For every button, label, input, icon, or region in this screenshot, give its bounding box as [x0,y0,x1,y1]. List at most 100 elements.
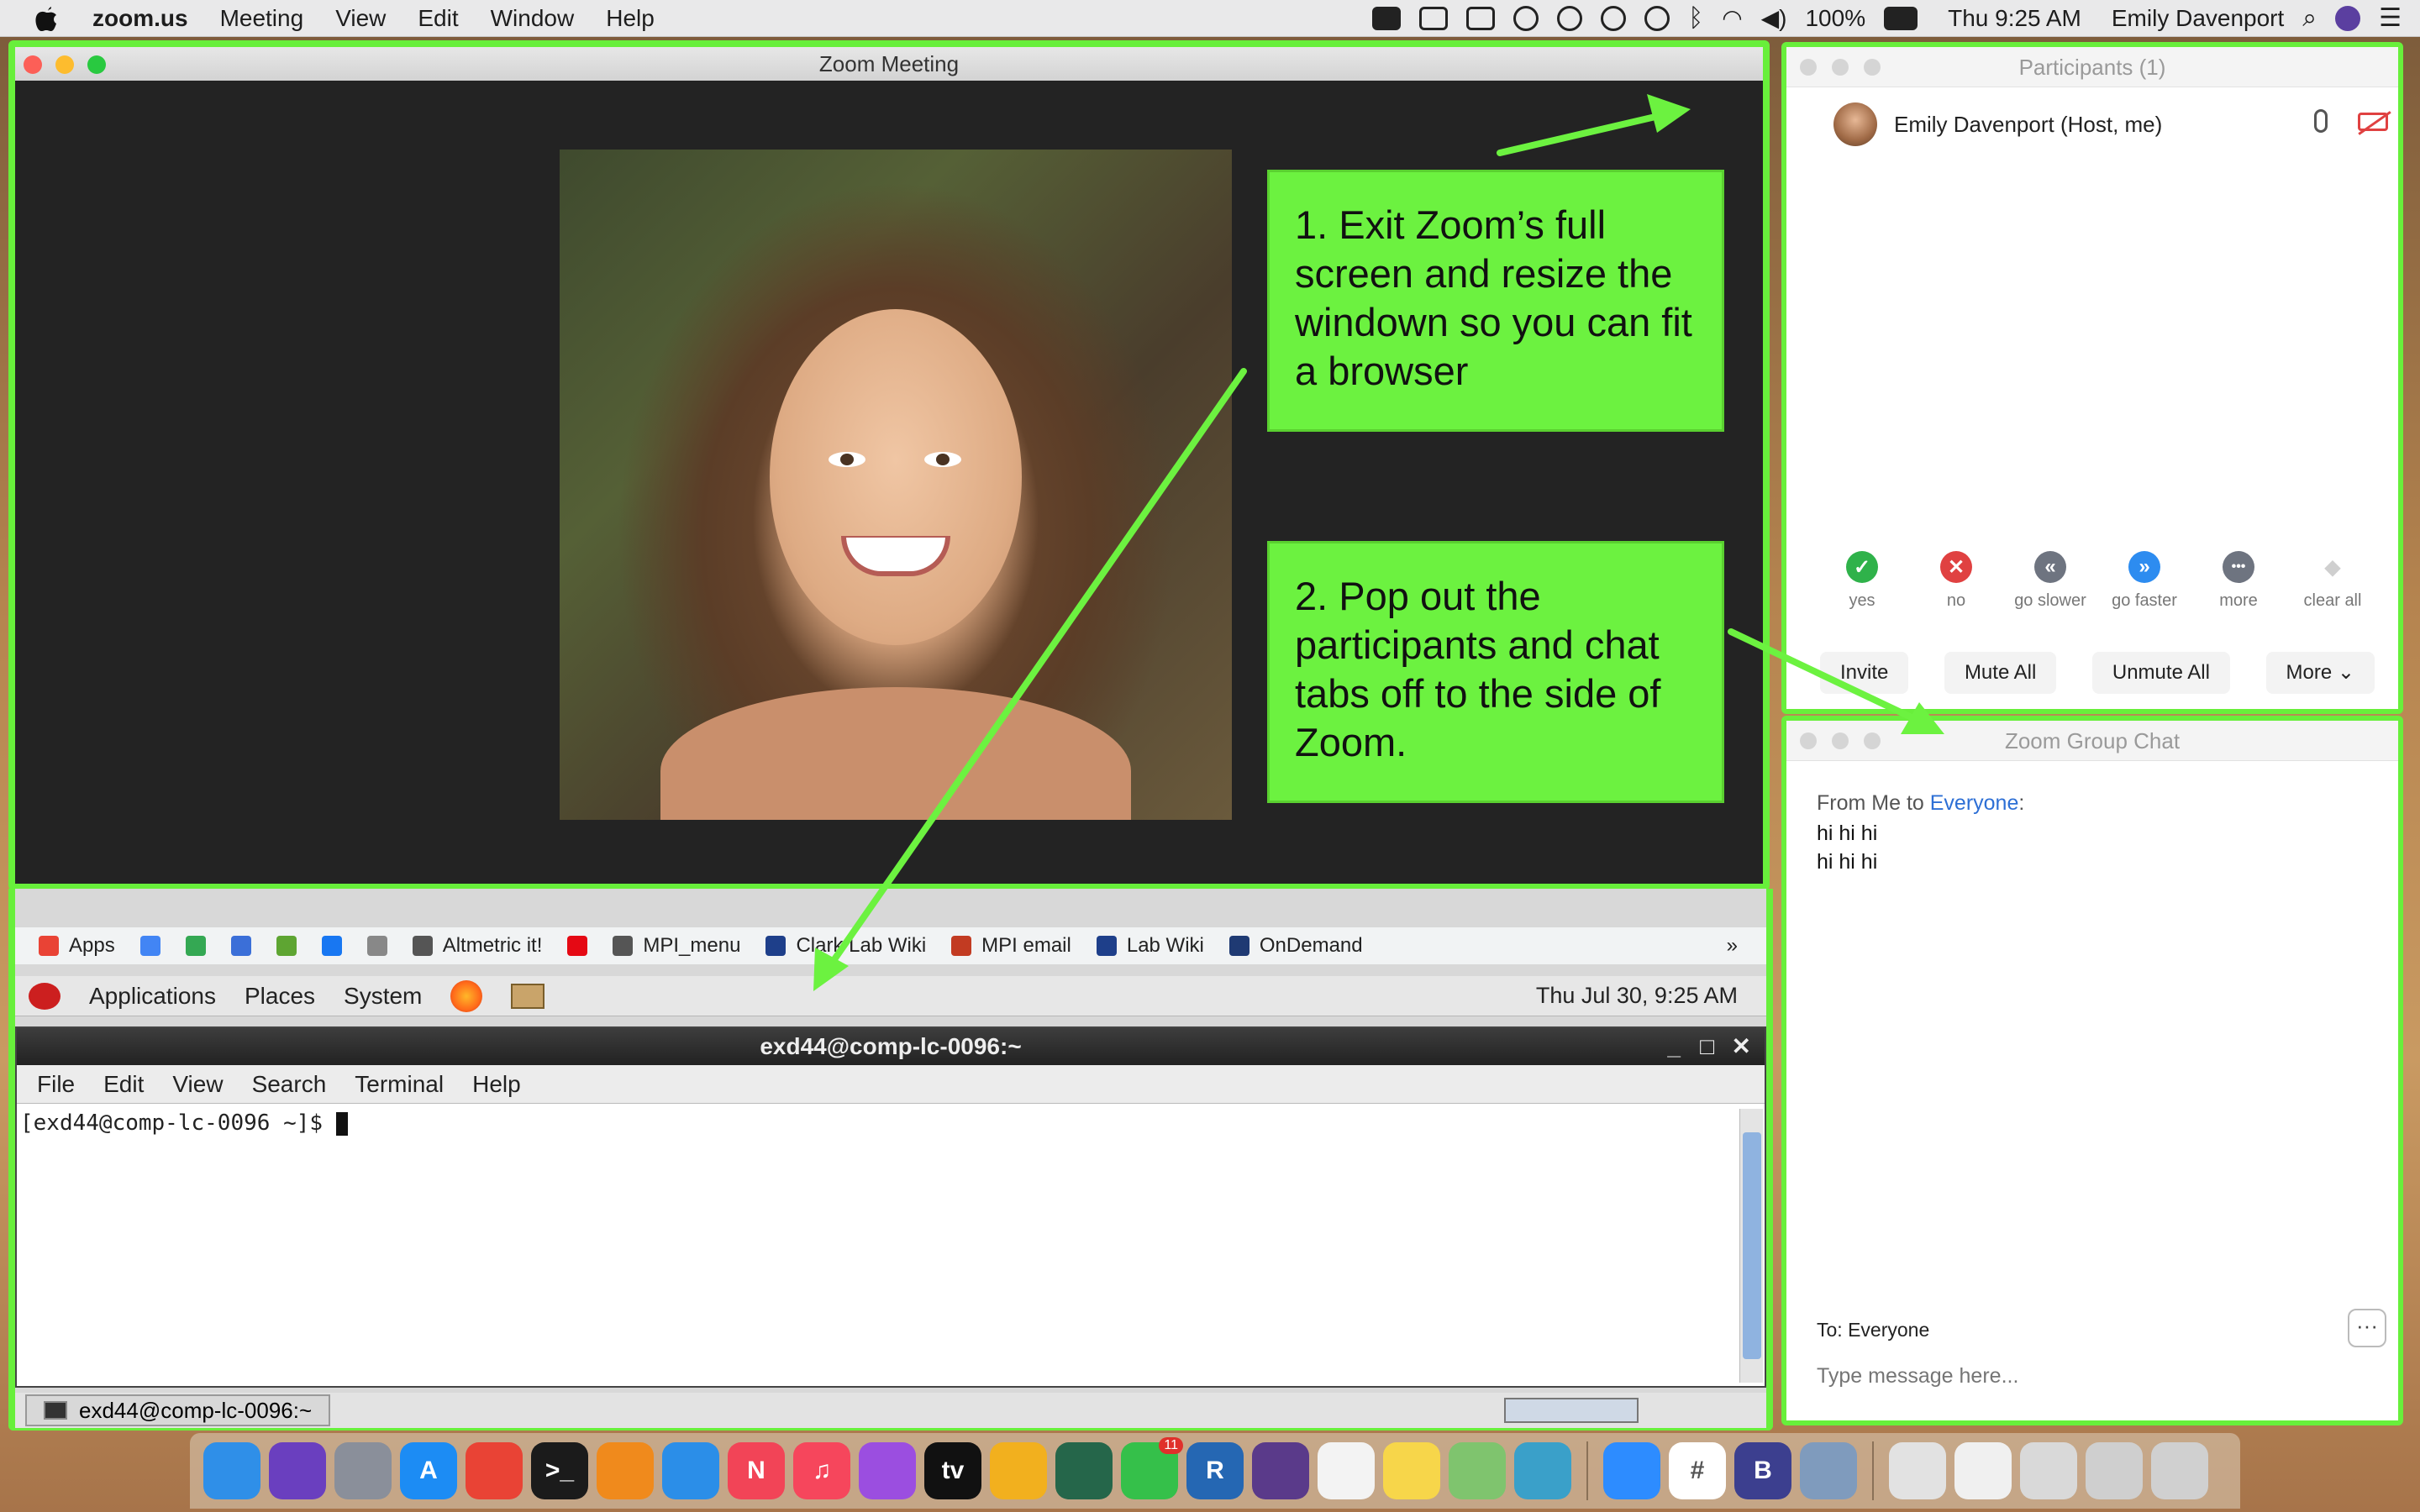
bookmark-item[interactable] [230,936,251,956]
launchpad-icon[interactable] [334,1442,392,1499]
zoom-status-icon[interactable] [1372,6,1402,30]
bookmark-item[interactable] [321,936,342,956]
bookmark-item[interactable] [139,936,160,956]
screenshot-icon[interactable] [2020,1442,2077,1499]
chat-recipient-link[interactable]: Everyone [1930,791,2019,815]
photos-icon[interactable] [990,1442,1047,1499]
siri-icon[interactable] [269,1442,326,1499]
panel-close-icon[interactable] [1800,59,1817,76]
terminal-menu-terminal[interactable]: Terminal [355,1071,444,1098]
reaction-more[interactable]: ••• more [2196,551,2281,611]
notification-center-icon[interactable]: ☰ [2379,3,2402,33]
terminal-icon[interactable]: >_ [531,1442,588,1499]
chat-more-button[interactable]: ··· [2348,1309,2386,1347]
photo-booth-icon[interactable] [1252,1442,1309,1499]
chat-message-input[interactable] [1817,1359,2363,1393]
terminal-menu-view[interactable]: View [172,1071,223,1098]
terminal-menu-edit[interactable]: Edit [103,1071,144,1098]
gnome-system-menu[interactable]: System [344,983,422,1010]
creative-cloud-icon[interactable] [1513,5,1539,31]
bluetooth-icon[interactable]: ᛒ [1688,4,1703,33]
reaction-go-slower[interactable]: « go slower [2008,551,2092,611]
books-icon[interactable] [597,1442,654,1499]
archive-icon[interactable] [1889,1442,1946,1499]
volume-icon[interactable]: ◀) [1761,4,1787,32]
bookmark-item[interactable]: Apps [39,934,115,958]
terminal-menu-help[interactable]: Help [472,1071,521,1098]
podcasts-icon[interactable] [859,1442,916,1499]
chat-titlebar[interactable]: Zoom Group Chat [1786,721,2398,761]
bookmarks-overflow-button[interactable]: » [1727,934,1766,958]
gnome-clock[interactable]: Thu Jul 30, 9:25 AM [1536,983,1766,1009]
facetime-icon[interactable]: 11 [1121,1437,1183,1499]
bookmark-item[interactable]: Lab Wiki [1096,934,1204,958]
trash-icon[interactable] [2151,1442,2208,1499]
terminal-minimize-icon[interactable]: _ [1667,1028,1681,1065]
spotlight-search-icon[interactable]: ⌕ [2302,4,2317,33]
zoom-icon[interactable] [1603,1442,1660,1499]
app-store-icon[interactable]: A [400,1442,457,1499]
window-icon[interactable] [2086,1442,2143,1499]
notes-icon[interactable] [1383,1442,1440,1499]
terminal-menu-file[interactable]: File [37,1071,75,1098]
chrome-icon[interactable] [466,1442,523,1499]
terminal-titlebar[interactable]: exd44@comp-lc-0096:~ _ □ ✕ [17,1028,1765,1065]
window-zoom-icon[interactable] [87,55,106,74]
participant-video[interactable] [560,150,1232,820]
gnome-places-menu[interactable]: Places [245,983,315,1010]
reaction-no[interactable]: ✕ no [1914,551,1998,611]
reaction-go-faster[interactable]: » go faster [2102,551,2186,611]
bookmark-item[interactable]: Clark Lab Wiki [765,934,926,958]
time-machine-status-icon[interactable] [1644,5,1670,31]
participants-titlebar[interactable]: Participants (1) [1786,47,2398,87]
slack-icon[interactable]: # [1669,1442,1726,1499]
reaction-clear-all[interactable]: ◆ clear all [2291,551,2375,611]
mute-all-button[interactable]: Mute All [1944,652,2057,694]
participant-row[interactable]: Emily Davenport (Host, me) [1833,99,2162,150]
wifi-icon[interactable]: ◠ [1722,4,1742,32]
firefox-launcher-icon[interactable] [450,979,483,1012]
panel-close-icon[interactable] [1800,732,1817,749]
window-close-icon[interactable] [24,55,42,74]
terminal-close-icon[interactable]: ✕ [1732,1028,1751,1065]
terminal-scrollbar[interactable] [1739,1109,1763,1383]
bookmark-item[interactable] [276,936,297,956]
terminal-maximize-icon[interactable]: □ [1700,1028,1714,1065]
music-icon[interactable]: ♫ [793,1442,850,1499]
bookmark-item[interactable]: Altmetric it! [412,934,542,958]
bbedit-icon[interactable]: B [1734,1442,1791,1499]
vpn-icon[interactable] [1601,5,1627,31]
reaction-yes[interactable]: ✓ yes [1820,551,1904,611]
terminal-output[interactable]: [exd44@comp-lc-0096 ~]$ [17,1104,1723,1386]
apple-menu-icon[interactable] [0,4,92,33]
video-off-icon[interactable] [2358,113,2388,131]
folder-icon[interactable] [1954,1442,2012,1499]
invite-button[interactable]: Invite [1820,652,1909,694]
network-icon[interactable] [1514,1442,1571,1499]
menubar-user[interactable]: Emily Davenport [2112,5,2284,32]
siri-menu-icon[interactable] [2335,5,2361,31]
panel-minimize-icon[interactable] [1832,732,1849,749]
menubar-clock[interactable]: Thu 9:25 AM [1948,5,2081,32]
zoom-meeting-titlebar[interactable]: Zoom Meeting [15,47,1763,81]
menu-window[interactable]: Window [475,5,591,32]
bookmark-item[interactable]: OnDemand [1228,934,1363,958]
app-menu-zoom[interactable]: zoom.us [92,5,204,32]
scrollbar-thumb[interactable] [1743,1132,1761,1359]
more-button[interactable]: More ⌄ [2265,652,2375,694]
window-minimize-icon[interactable] [55,55,74,74]
microphone-icon[interactable] [2314,109,2328,133]
bookmark-item[interactable]: MPI email [951,934,1071,958]
preview-icon[interactable] [1800,1442,1857,1499]
time-machine-icon[interactable] [1055,1442,1113,1499]
bookmark-item[interactable] [185,936,206,956]
do-not-disturb-icon[interactable] [1557,5,1583,31]
terminal-menu-search[interactable]: Search [252,1071,327,1098]
chat-recipient-select[interactable]: To: Everyone [1817,1319,1929,1341]
unmute-all-button[interactable]: Unmute All [2091,652,2230,694]
battery-percent[interactable]: 100% [1805,5,1865,32]
menu-view[interactable]: View [319,5,402,32]
bookmark-item[interactable]: MPI_menu [613,934,740,958]
apple-tv-icon[interactable]: tv [924,1442,981,1499]
workspace-pager[interactable] [1504,1398,1639,1423]
